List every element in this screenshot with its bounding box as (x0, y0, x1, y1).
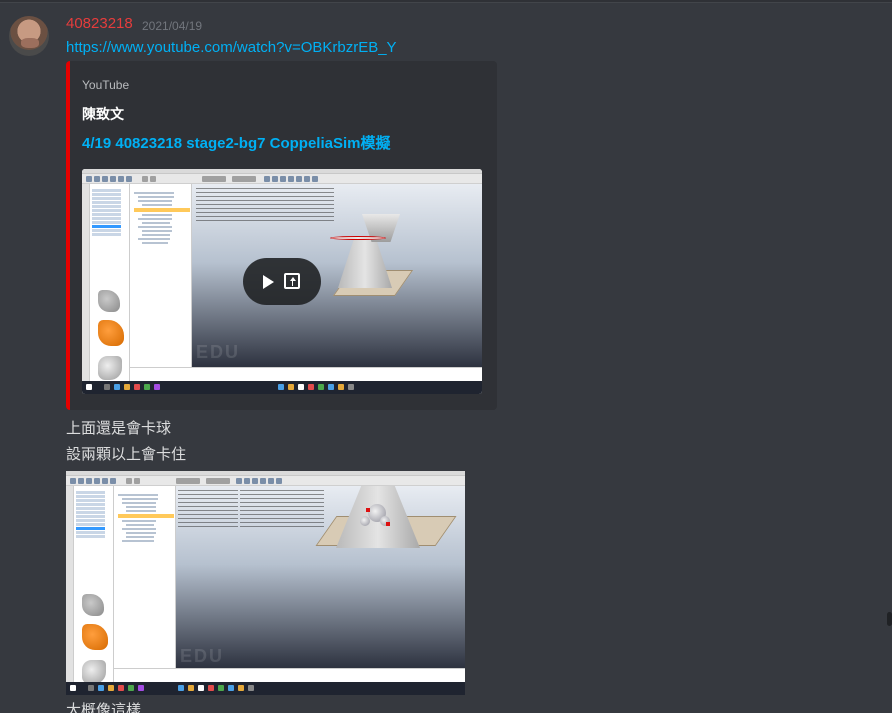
edu-watermark: EDU (180, 646, 225, 666)
os-taskbar (66, 682, 465, 695)
console-output (130, 367, 482, 381)
scene-viewport[interactable]: EDU (176, 486, 465, 682)
embed-author[interactable]: 陳致文 (82, 104, 124, 124)
model-browser (90, 184, 130, 381)
youtube-embed: YouTube 陳致文 4/19 40823218 stage2-bg7 Cop… (66, 61, 497, 410)
edu-watermark: EDU (196, 342, 241, 362)
console-output (114, 668, 465, 682)
image-attachment[interactable]: EDU (66, 471, 465, 695)
scene-viewport[interactable]: EDU (192, 184, 482, 381)
os-taskbar (82, 381, 482, 394)
side-toolbar (66, 486, 74, 682)
message-timestamp: 2021/04/19 (142, 19, 203, 33)
open-external-icon[interactable] (284, 273, 300, 289)
app-toolbar (66, 476, 465, 486)
video-play-overlay[interactable] (243, 258, 321, 305)
message-line: 大概像這樣 (66, 701, 142, 713)
embed-title-link[interactable]: 4/19 40823218 stage2-bg7 CoppeliaSim模擬 (82, 132, 390, 153)
video-thumbnail[interactable]: EDU (82, 169, 482, 394)
play-icon[interactable] (263, 275, 274, 289)
scene-hierarchy (130, 184, 192, 381)
message-line: 設兩顆以上會卡住 (66, 445, 187, 463)
youtube-link[interactable]: https://www.youtube.com/watch?v=OBKrbzrE… (66, 39, 397, 56)
message-line: 上面還是會卡球 (66, 419, 172, 437)
model-browser (74, 486, 114, 684)
top-divider (0, 0, 892, 3)
message-author[interactable]: 40823218 (66, 15, 133, 32)
avatar-shade (21, 38, 39, 48)
embed-provider[interactable]: YouTube (82, 78, 129, 92)
scrollbar-thumb[interactable] (887, 612, 892, 626)
scene-hierarchy (114, 486, 176, 682)
user-avatar[interactable] (9, 16, 49, 56)
side-toolbar (82, 184, 90, 381)
coppeliasim-screenshot: EDU (66, 471, 465, 695)
app-toolbar (82, 174, 482, 184)
